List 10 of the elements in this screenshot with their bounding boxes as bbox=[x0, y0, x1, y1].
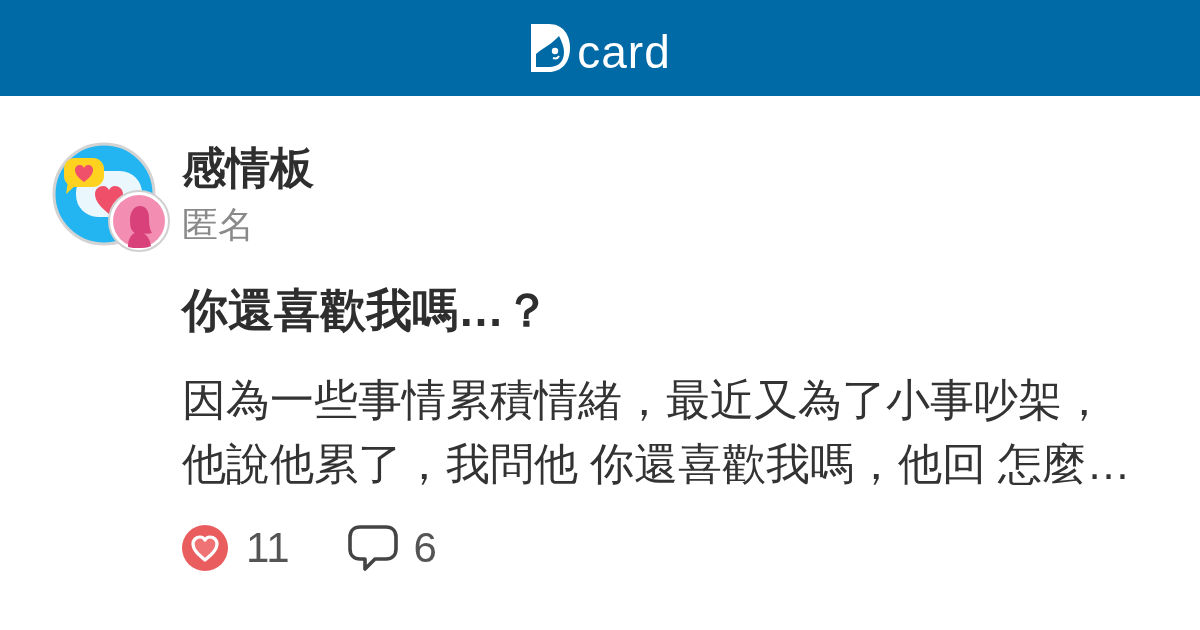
logo-icon bbox=[529, 22, 572, 74]
logo-text: card bbox=[577, 29, 671, 75]
comment-count: 6 bbox=[413, 523, 437, 573]
post-title: 你還喜歡我嗎…？ bbox=[182, 283, 550, 338]
comment-icon bbox=[347, 525, 398, 571]
board-name: 感情板 bbox=[182, 142, 314, 194]
like-count: 11 bbox=[246, 523, 290, 573]
author-name: 匿名 bbox=[182, 203, 254, 247]
post-excerpt: 因為一些事情累積情緒，最近又為了小事吵架，他說他累了，我問他 你還喜歡我嗎，他回 怎麼… bbox=[182, 374, 1132, 490]
user-avatar-icon bbox=[108, 190, 170, 252]
